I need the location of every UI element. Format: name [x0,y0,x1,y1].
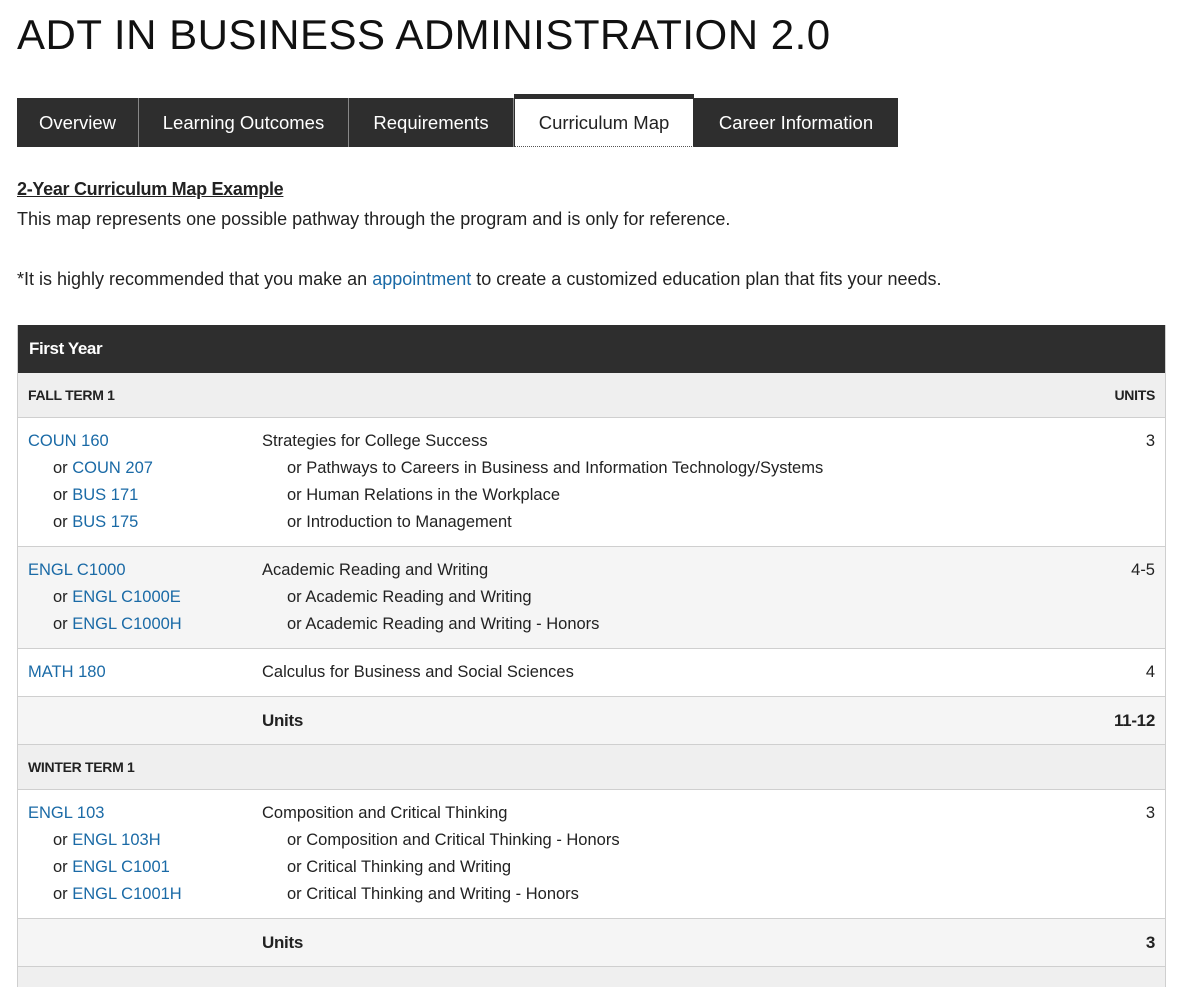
tab-requirements[interactable]: Requirements [349,98,514,147]
course-title: or Introduction to Management [287,513,512,531]
course-title: Academic Reading and Writing [262,561,489,579]
course-link[interactable]: COUN 160 [28,432,109,450]
course-title: or Composition and Critical Thinking - H… [287,831,620,849]
course-link[interactable]: ENGL 103 [28,804,104,822]
or-label: or [53,459,73,477]
course-row: ENGL C1000 or ENGL C1000E or ENGL C1000H… [18,547,1165,649]
course-link[interactable]: ENGL 103H [72,831,160,849]
course-link[interactable]: ENGL C1000E [72,588,181,606]
term-header-fall: FALL TERM 1 UNITS [18,373,1165,418]
course-title: or Pathways to Careers in Business and I… [287,459,824,477]
curriculum-map-heading: 2-Year Curriculum Map Example [17,179,284,199]
note-text-before: *It is highly recommended that you make … [17,269,373,289]
course-title: or Academic Reading and Writing - Honors [287,615,600,633]
units-total-value: 11-12 [1113,711,1155,730]
course-units: 3 [1145,432,1155,450]
course-units: 4 [1145,663,1155,681]
appointment-note: *It is highly recommended that you make … [17,269,942,290]
term-units-total: Units 3 [18,919,1165,967]
course-title: or Human Relations in the Workplace [287,486,560,504]
or-label: or [53,486,73,504]
or-label: or [53,858,73,876]
course-link[interactable]: BUS 171 [72,486,138,504]
year-header: First Year [18,325,1165,373]
tab-learning-outcomes[interactable]: Learning Outcomes [139,98,349,147]
course-row: COUN 160 or COUN 207 or BUS 171 or BUS 1… [18,418,1165,547]
tab-career-information[interactable]: Career Information [694,98,898,147]
units-total-label: Units [262,933,304,952]
next-term-header [18,967,1165,987]
or-label: or [53,831,73,849]
course-link[interactable]: MATH 180 [28,663,106,681]
term-label: FALL TERM 1 [28,387,115,403]
course-row: ENGL 103 or ENGL 103H or ENGL C1001 or E… [18,790,1165,919]
course-link[interactable]: ENGL C1001H [72,885,181,903]
course-link[interactable]: BUS 175 [72,513,138,531]
course-link[interactable]: ENGL C1000H [72,615,181,633]
course-title: or Academic Reading and Writing [287,588,532,606]
course-link[interactable]: COUN 207 [72,459,153,477]
course-link[interactable]: ENGL C1001 [72,858,170,876]
term-units-total: Units 11-12 [18,697,1165,745]
course-units: 3 [1145,804,1155,822]
course-title: Calculus for Business and Social Science… [262,663,574,681]
term-label: WINTER TERM 1 [28,759,135,775]
term-header-winter: WINTER TERM 1 [18,745,1165,790]
or-label: or [53,885,73,903]
course-title: or Critical Thinking and Writing [287,858,512,876]
tab-curriculum-map[interactable]: Curriculum Map [514,94,694,147]
appointment-link[interactable]: appointment [372,269,471,289]
page-title: ADT IN BUSINESS ADMINISTRATION 2.0 [17,11,831,58]
course-title: or Critical Thinking and Writing - Honor… [287,885,579,903]
units-total-value: 3 [1145,933,1155,952]
curriculum-table: First Year FALL TERM 1 UNITS COUN 160 or… [17,325,1166,987]
course-row: MATH 180 Calculus for Business and Socia… [18,649,1165,697]
units-column-header: UNITS [1114,387,1155,403]
tab-overview[interactable]: Overview [17,98,139,147]
program-tabs: Overview Learning Outcomes Requirements … [17,94,898,147]
or-label: or [53,513,73,531]
intro-text: This map represents one possible pathway… [17,209,731,229]
course-title: Composition and Critical Thinking [262,804,508,822]
course-units: 4-5 [1131,561,1155,579]
course-link[interactable]: ENGL C1000 [28,561,126,579]
note-text-after: to create a customized education plan th… [471,269,942,289]
or-label: or [53,588,73,606]
or-label: or [53,615,73,633]
course-title: Strategies for College Success [262,432,488,450]
units-total-label: Units [262,711,304,730]
